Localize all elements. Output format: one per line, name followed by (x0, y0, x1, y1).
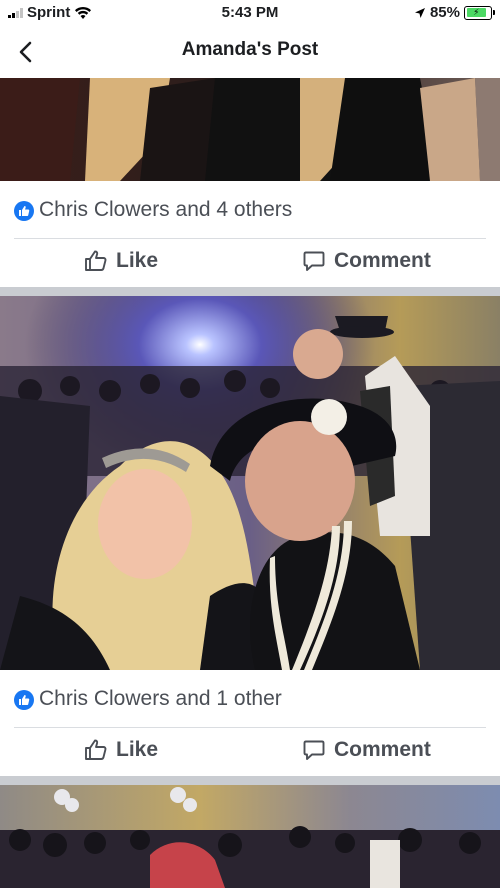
post-photo-2[interactable] (0, 296, 500, 670)
battery-icon: ⚡ (464, 5, 495, 20)
comment-button[interactable]: Comment (302, 738, 431, 762)
nav-bar: Amanda's Post (0, 26, 500, 78)
photo-image (0, 785, 500, 888)
post-separator (0, 776, 500, 785)
post-actions-1: Like Comment (0, 239, 500, 287)
comment-icon (303, 251, 325, 271)
status-bar: Sprint 5:43 PM 85% ⚡ (0, 0, 500, 26)
status-right: 85% ⚡ (414, 4, 495, 21)
comment-button[interactable]: Comment (302, 249, 431, 273)
like-reaction-icon (14, 690, 34, 710)
photo-image (0, 296, 500, 670)
comment-label: Comment (334, 249, 431, 272)
comment-icon (303, 740, 325, 760)
reaction-count: Chris Clowers and 4 others (39, 198, 293, 221)
reaction-summary-1[interactable]: Chris Clowers and 4 others (0, 181, 500, 239)
like-reaction-icon (14, 201, 34, 221)
reaction-summary-2[interactable]: Chris Clowers and 1 other (0, 670, 500, 728)
reaction-count: Chris Clowers and 1 other (39, 687, 282, 710)
comment-label: Comment (334, 738, 431, 761)
thumbs-up-icon (85, 250, 107, 271)
location-icon (414, 7, 425, 18)
post-separator (0, 287, 500, 296)
like-label: Like (116, 738, 159, 761)
post-photo-3[interactable] (0, 785, 500, 888)
page-title: Amanda's Post (181, 39, 319, 60)
like-button[interactable]: Like (84, 249, 158, 273)
post-photo-1[interactable] (0, 78, 500, 181)
thumbs-up-icon (85, 739, 107, 760)
battery-percent: 85% (429, 4, 460, 21)
photo-image (0, 78, 500, 181)
battery-fill: ⚡ (466, 8, 487, 17)
like-label: Like (116, 249, 159, 272)
like-button[interactable]: Like (84, 738, 158, 762)
post-actions-2: Like Comment (0, 728, 500, 776)
